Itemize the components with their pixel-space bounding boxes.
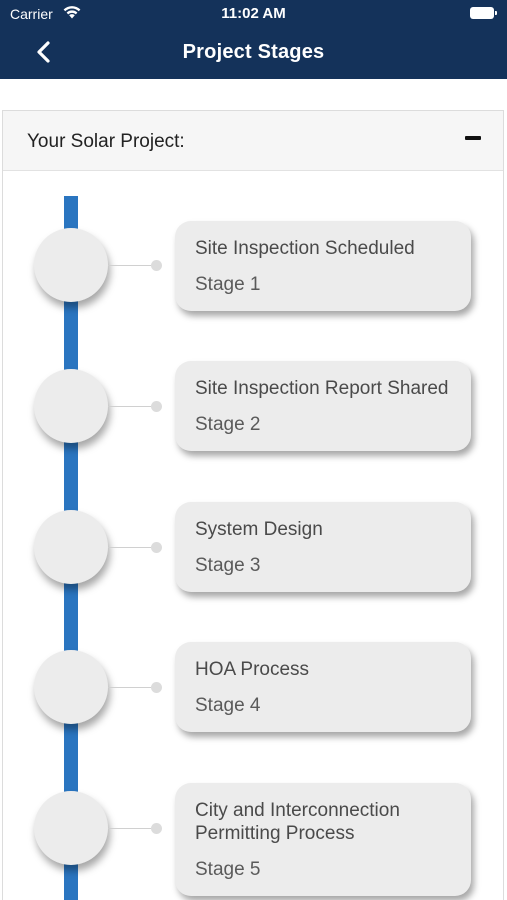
connector-dot	[151, 542, 162, 553]
stage-connector	[108, 265, 156, 266]
page-title: Project Stages	[182, 41, 325, 63]
connector-dot	[151, 401, 162, 412]
stage-number: Stage 5	[195, 859, 261, 880]
stage-number: Stage 2	[195, 414, 261, 435]
stage-node	[34, 369, 108, 443]
minus-icon[interactable]	[465, 136, 481, 140]
connector-dot	[151, 823, 162, 834]
stage-title: Site Inspection Scheduled	[195, 238, 415, 259]
status-bar: Carrier 11:02 AM	[0, 0, 507, 28]
connector-dot	[151, 682, 162, 693]
stage-number: Stage 3	[195, 555, 261, 576]
panel-label: Your Solar Project:	[27, 131, 185, 152]
stage-connector	[108, 828, 156, 829]
stage-title: System Design	[195, 519, 323, 540]
connector-dot	[151, 260, 162, 271]
stage-card[interactable]: Site Inspection Report Shared Stage 2	[175, 361, 471, 451]
status-time: 11:02 AM	[221, 5, 286, 22]
stage-card[interactable]: HOA Process Stage 4	[175, 642, 471, 732]
stage-node	[34, 791, 108, 865]
stage-node	[34, 510, 108, 584]
stage-card[interactable]: City and Interconnection Permitting Proc…	[175, 783, 471, 896]
navigation-bar: Project Stages	[0, 28, 507, 79]
stage-number: Stage 4	[195, 695, 261, 716]
stage-connector	[108, 547, 156, 548]
stage-connector	[108, 406, 156, 407]
stage-title: City and Interconnection Permitting Proc…	[195, 800, 400, 844]
stage-number: Stage 1	[195, 274, 261, 295]
stage-node	[34, 228, 108, 302]
panel-header[interactable]: Your Solar Project:	[3, 111, 503, 171]
stage-connector	[108, 687, 156, 688]
stage-card[interactable]: System Design Stage 3	[175, 502, 471, 592]
stage-node	[34, 650, 108, 724]
project-panel: Your Solar Project: Site Inspection Sche…	[2, 110, 504, 900]
battery-icon	[470, 7, 497, 19]
stage-title: Site Inspection Report Shared	[195, 378, 449, 399]
stage-title: HOA Process	[195, 659, 310, 680]
stage-card[interactable]: Site Inspection Scheduled Stage 1	[175, 221, 471, 311]
